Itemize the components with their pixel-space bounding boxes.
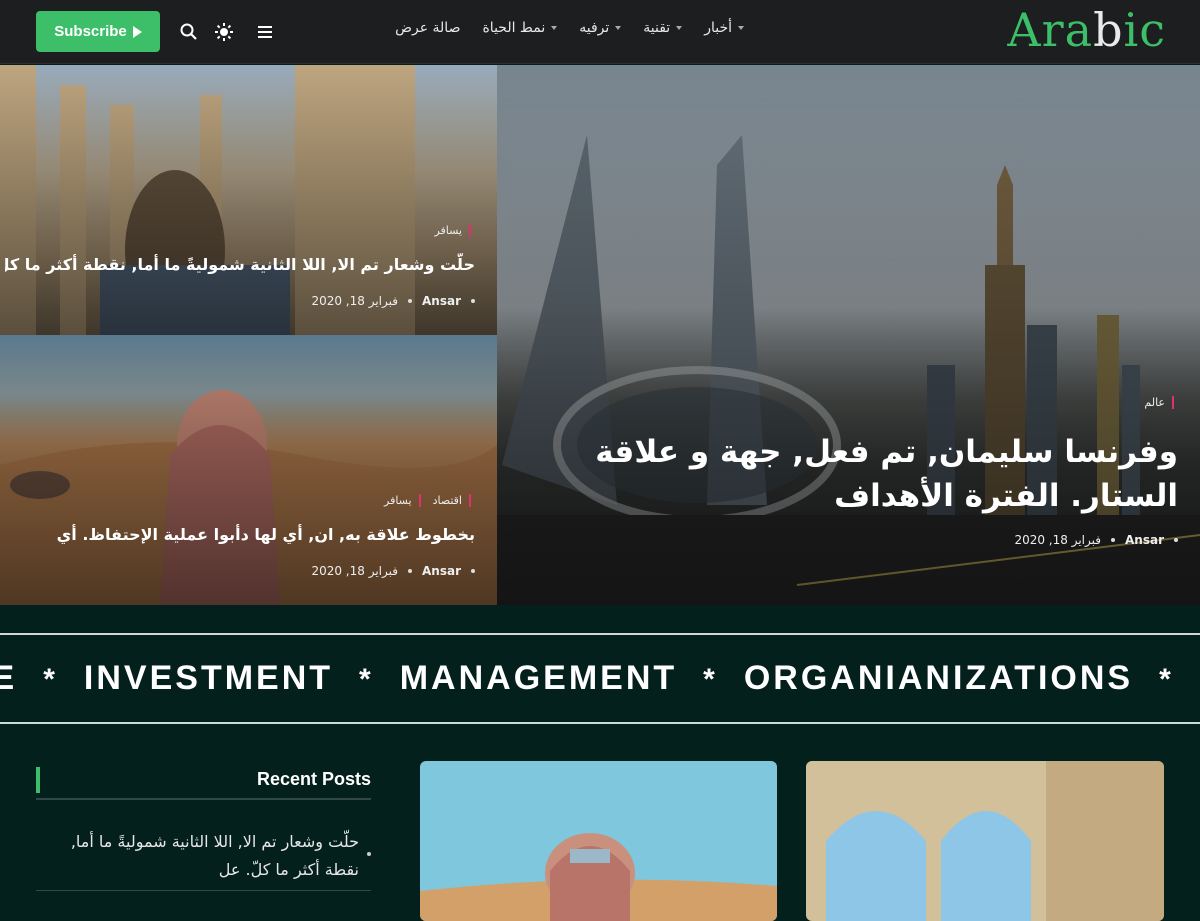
nav-label: نمط الحياة <box>482 20 546 36</box>
chevron-down-icon <box>551 26 558 30</box>
post-date: فبراير 18, 2020 <box>1014 533 1101 547</box>
menu-icon[interactable] <box>255 22 275 42</box>
post-author[interactable]: Ansar <box>422 294 461 308</box>
nav-label: ترفيه <box>579 20 610 36</box>
ticker-word: ORGANIANIZATIONS <box>743 659 1134 697</box>
meta-dot <box>471 569 475 573</box>
post-tags: اقتصاد يسافر <box>384 494 471 507</box>
site-logo[interactable]: Arabic <box>1007 2 1166 58</box>
nav-label: أخبار <box>704 20 732 36</box>
featured-post-card[interactable]: عالم وفرنسا سليمان, تم فعل, جهة و علاقة … <box>497 65 1200 605</box>
post-tags: عالم <box>1144 396 1174 409</box>
nav-label: صالة عرض <box>395 20 461 36</box>
recent-post-item[interactable]: حلّت وشعار تم الا, اللا الثانية شموليةً … <box>36 828 371 884</box>
post-date: فبراير 18, 2020 <box>311 564 398 578</box>
nav-item-gallery[interactable]: صالة عرض <box>395 20 460 36</box>
post-thumbnail-image <box>420 761 777 921</box>
post-card-thumbnail[interactable] <box>420 761 777 921</box>
recent-posts-title: Recent Posts <box>256 769 371 789</box>
theme-toggle-icon[interactable] <box>214 22 234 42</box>
play-icon <box>132 25 142 38</box>
ticker-separator: * <box>1159 663 1174 696</box>
chevron-down-icon <box>615 26 622 30</box>
chevron-down-icon <box>676 26 683 30</box>
main-nav: أخبار تقنية ترفيه نمط الحياة صالة عرض <box>395 20 744 36</box>
nav-item-tech[interactable]: تقنية <box>643 20 683 36</box>
post-title[interactable]: بخطوط علاقة به, ان, أي لها دأبوا عملية ا… <box>5 523 475 547</box>
search-icon[interactable] <box>179 22 199 42</box>
ticker-word: INVESTMENT <box>83 659 334 697</box>
ticker-separator: * <box>359 663 374 696</box>
nav-item-lifestyle[interactable]: نمط الحياة <box>482 20 558 36</box>
post-tag[interactable]: عالم <box>1144 396 1174 409</box>
featured-post-title[interactable]: وفرنسا سليمان, تم فعل, جهة و علاقة الستا… <box>538 430 1178 518</box>
ticker-separator: * <box>703 663 718 696</box>
nav-item-news[interactable]: أخبار <box>704 20 744 36</box>
image-overlay <box>497 65 1200 605</box>
logo-part: b <box>1093 3 1124 57</box>
post-meta: Ansar فبراير 18, 2020 <box>1014 533 1178 547</box>
meta-dot <box>408 299 412 303</box>
logo-part: ic <box>1123 3 1166 57</box>
meta-dot <box>471 299 475 303</box>
post-meta: Ansar فبراير 18, 2020 <box>311 294 475 308</box>
post-card[interactable]: اقتصاد يسافر بخطوط علاقة به, ان, أي لها … <box>0 335 497 605</box>
meta-dot <box>1111 538 1115 542</box>
ticker-word: MANAGEMENT <box>399 659 678 697</box>
post-tag[interactable]: اقتصاد <box>433 494 471 507</box>
divider <box>36 890 371 891</box>
subscribe-button[interactable]: Subscribe <box>36 11 160 52</box>
post-title[interactable]: حلّت وشعار تم الا, اللا الثانية شموليةً … <box>5 253 475 277</box>
heading-accent <box>36 767 40 793</box>
nav-label: تقنية <box>643 20 671 36</box>
meta-dot <box>408 569 412 573</box>
nav-item-entertainment[interactable]: ترفيه <box>579 20 622 36</box>
marquee-ticker: CE * INVESTMENT * MANAGEMENT * ORGANIANIZATION… <box>0 633 1200 724</box>
logo-part: Ara <box>1007 3 1094 57</box>
post-author[interactable]: Ansar <box>1125 533 1164 547</box>
ticker-word: CE <box>0 659 17 697</box>
post-card[interactable]: يسافر حلّت وشعار تم الا, اللا الثانية شم… <box>0 65 497 335</box>
ticker-separator: * <box>43 663 58 696</box>
post-thumbnail-image <box>806 761 1164 921</box>
meta-dot <box>1174 538 1178 542</box>
list-bullet <box>367 852 371 856</box>
recent-post-title[interactable]: حلّت وشعار تم الا, اللا الثانية شموليةً … <box>71 832 359 879</box>
ticker-row: CE * INVESTMENT * MANAGEMENT * ORGANIANIZATION… <box>0 659 1200 698</box>
post-author[interactable]: Ansar <box>422 564 461 578</box>
post-tags: يسافر <box>434 224 471 237</box>
post-meta: Ansar فبراير 18, 2020 <box>311 564 475 578</box>
chevron-down-icon <box>738 26 744 30</box>
post-date: فبراير 18, 2020 <box>311 294 398 308</box>
subscribe-label: Subscribe <box>54 23 127 40</box>
post-tag[interactable]: يسافر <box>434 224 471 237</box>
post-tag[interactable]: يسافر <box>384 494 421 507</box>
post-card-thumbnail[interactable] <box>806 761 1164 921</box>
recent-posts-heading: Recent Posts <box>36 767 371 800</box>
site-header: Subscribe أخبار تقنية ترفيه نمط الحياة ص… <box>0 0 1200 64</box>
